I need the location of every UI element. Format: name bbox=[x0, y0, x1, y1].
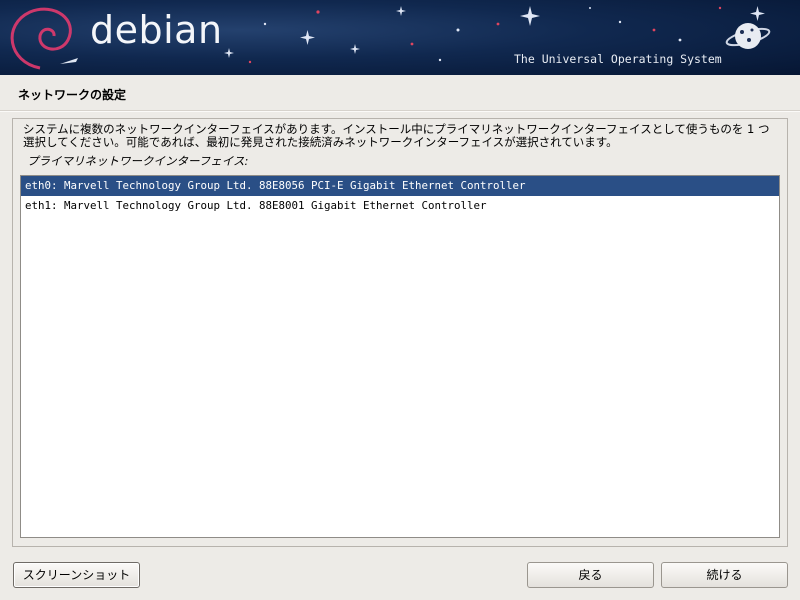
title-divider bbox=[0, 110, 800, 112]
brand-logo-text: debian bbox=[90, 8, 223, 52]
interface-list-label: プライマリネットワークインターフェイス: bbox=[27, 154, 249, 168]
star-icon bbox=[224, 48, 234, 58]
star-icon bbox=[396, 6, 406, 16]
star-icon bbox=[520, 6, 540, 26]
planet-icon bbox=[725, 23, 771, 49]
debian-swirl-logo bbox=[10, 7, 72, 70]
continue-button[interactable]: 続ける bbox=[661, 562, 788, 588]
star-icon bbox=[350, 44, 360, 54]
screenshot-button[interactable]: スクリーンショット bbox=[13, 562, 140, 588]
interface-option-eth0[interactable]: eth0: Marvell Technology Group Ltd. 88E8… bbox=[21, 176, 779, 196]
page-title: ネットワークの設定 bbox=[18, 88, 127, 102]
interface-listbox[interactable]: eth0: Marvell Technology Group Ltd. 88E8… bbox=[20, 175, 780, 538]
interface-option-eth1[interactable]: eth1: Marvell Technology Group Ltd. 88E8… bbox=[21, 196, 779, 216]
comet-icon bbox=[60, 58, 78, 64]
back-button[interactable]: 戻る bbox=[527, 562, 654, 588]
tagline: The Universal Operating System bbox=[514, 52, 722, 66]
description-text: システムに複数のネットワークインターフェイスがあります。インストール中にプライマ… bbox=[23, 122, 770, 149]
star-icon bbox=[300, 30, 315, 45]
debian-banner: debian The Universal Operating System bbox=[0, 0, 800, 75]
star-icon bbox=[750, 6, 765, 21]
content-panel: システムに複数のネットワークインターフェイスがあります。インストール中にプライマ… bbox=[12, 118, 788, 547]
